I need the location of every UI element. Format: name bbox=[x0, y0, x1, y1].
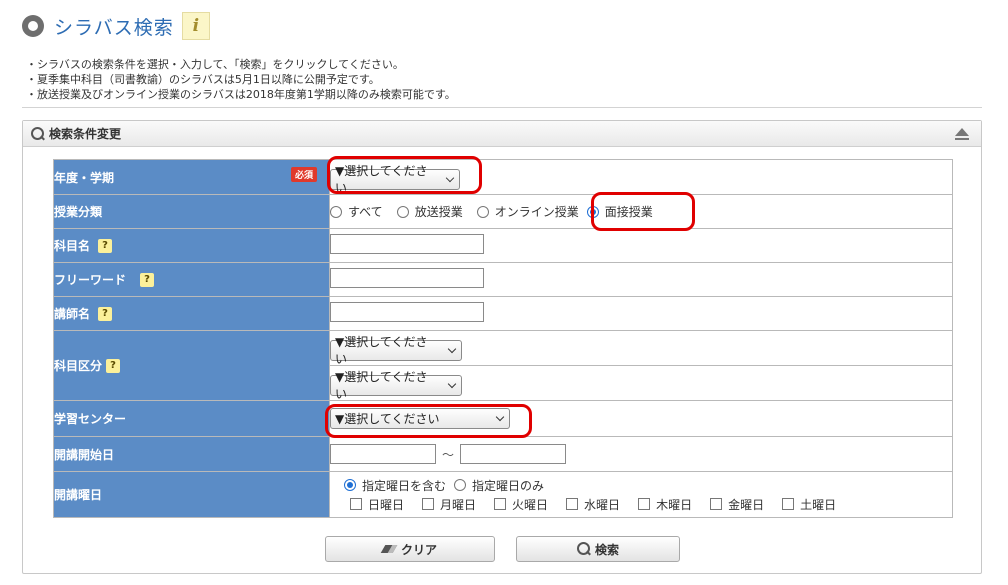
radio-face-to-face[interactable] bbox=[586, 205, 599, 218]
select-value: ▼選択してください bbox=[335, 335, 428, 367]
search-panel: 検索条件変更 年度・学期 必須 ▼選択してください 授業分類 すべて 放送授業 … bbox=[22, 120, 982, 574]
label-text: 学習センター bbox=[54, 412, 127, 426]
weekday-checkboxes: 日曜日 月曜日 火曜日 水曜日 木曜日 金曜日 土曜日 bbox=[350, 496, 952, 513]
chevron-down-icon bbox=[447, 344, 457, 353]
checkbox-label: 日曜日 bbox=[368, 497, 405, 512]
checkbox-label: 木曜日 bbox=[656, 497, 693, 512]
radio-label: 放送授業 bbox=[414, 205, 463, 219]
circle-bullet-icon bbox=[22, 15, 44, 37]
radio-include-days[interactable] bbox=[344, 479, 356, 491]
button-label: 検索 bbox=[594, 542, 619, 557]
chevron-down-icon bbox=[495, 412, 505, 422]
checkbox-label: 火曜日 bbox=[512, 497, 549, 512]
help-icon[interactable]: ? bbox=[98, 238, 113, 253]
checkbox-tuesday[interactable] bbox=[494, 498, 507, 510]
page-title: シラバス検索 bbox=[54, 16, 174, 39]
search-button[interactable]: 検索 bbox=[516, 536, 680, 562]
panel-title: 検索条件変更 bbox=[49, 127, 122, 141]
search-icon bbox=[576, 542, 591, 556]
subject-category-select-2[interactable]: ▼選択してください bbox=[330, 370, 462, 401]
checkbox-label: 金曜日 bbox=[728, 497, 765, 512]
label-text: 講師名 bbox=[54, 307, 91, 321]
checkbox-thursday[interactable] bbox=[638, 498, 651, 510]
radio-only-days[interactable] bbox=[454, 479, 467, 491]
checkbox-sunday[interactable] bbox=[350, 498, 362, 510]
help-icon[interactable]: ? bbox=[98, 306, 113, 321]
radio-label: すべて bbox=[348, 205, 383, 219]
radio-label: 指定曜日を含む bbox=[362, 478, 447, 493]
label-free-word: フリーワード ? bbox=[53, 262, 330, 297]
page-header: シラバス検索 i bbox=[22, 10, 210, 42]
required-badge: 必須 bbox=[290, 167, 317, 182]
clear-button[interactable]: クリア bbox=[325, 536, 495, 562]
radio-all[interactable] bbox=[330, 205, 342, 218]
start-date-to-input[interactable] bbox=[460, 444, 567, 464]
radio-label: オンライン授業 bbox=[494, 205, 579, 219]
notes: ・シラバスの検索条件を選択・入力して、「検索」をクリックしてください。 ・夏季集… bbox=[26, 57, 456, 102]
select-value: ▼選択してください bbox=[335, 164, 428, 196]
search-icon bbox=[31, 126, 45, 141]
info-icon[interactable]: i bbox=[181, 12, 210, 40]
label-text: 授業分類 bbox=[54, 205, 103, 219]
radio-label: 面接授業 bbox=[604, 205, 653, 219]
label-text: 開講曜日 bbox=[54, 488, 103, 502]
label-text: 科目区分 bbox=[54, 359, 103, 373]
chevron-down-icon bbox=[447, 379, 457, 388]
label-weekday: 開講曜日 bbox=[53, 471, 330, 518]
range-tilde: ～ bbox=[442, 447, 455, 462]
note-line: ・放送授業及びオンライン授業のシラバスは2018年度第1学期以降のみ検索可能です… bbox=[26, 88, 456, 101]
radio-online[interactable] bbox=[476, 205, 489, 218]
label-subject-name: 科目名 ? bbox=[53, 228, 330, 263]
divider bbox=[22, 107, 982, 108]
label-text: フリーワード bbox=[54, 273, 127, 287]
select-value: ▼選択してください bbox=[335, 412, 440, 426]
year-term-select[interactable]: ▼選択してください bbox=[330, 164, 460, 195]
label-text: 開講開始日 bbox=[54, 447, 115, 462]
radio-broadcast[interactable] bbox=[396, 205, 409, 218]
select-value: ▼選択してください bbox=[335, 370, 428, 402]
search-form: 年度・学期 必須 ▼選択してください 授業分類 すべて 放送授業 オンライン授業… bbox=[53, 159, 953, 518]
checkbox-label: 土曜日 bbox=[800, 497, 837, 512]
free-word-input[interactable] bbox=[330, 268, 484, 288]
checkbox-monday[interactable] bbox=[422, 498, 435, 510]
label-text: 年度・学期 bbox=[54, 170, 115, 185]
study-center-select[interactable]: ▼選択してください bbox=[330, 408, 510, 429]
button-label: クリア bbox=[400, 542, 437, 557]
panel-header[interactable]: 検索条件変更 bbox=[23, 121, 981, 147]
class-type-radios: すべて 放送授業 オンライン授業 面接授業 bbox=[330, 203, 952, 220]
label-class-type: 授業分類 bbox=[53, 194, 330, 229]
label-year-term: 年度・学期 必須 bbox=[53, 159, 330, 195]
eraser-icon bbox=[380, 545, 398, 553]
radio-label: 指定曜日のみ bbox=[472, 478, 545, 493]
note-line: ・夏季集中科目（司書教諭）のシラバスは5月1日以降に公開予定です。 bbox=[26, 73, 380, 86]
label-start-date: 開講開始日 bbox=[53, 436, 330, 472]
help-icon[interactable]: ? bbox=[140, 272, 155, 287]
label-subject-category: 科目区分 ? bbox=[53, 330, 330, 401]
checkbox-wednesday[interactable] bbox=[566, 498, 579, 510]
collapse-icon[interactable] bbox=[955, 128, 969, 140]
weekday-mode-radios: 指定曜日を含む 指定曜日のみ bbox=[344, 477, 952, 494]
chevron-down-icon bbox=[445, 173, 455, 182]
label-study-center: 学習センター bbox=[53, 400, 330, 437]
note-line: ・シラバスの検索条件を選択・入力して、「検索」をクリックしてください。 bbox=[26, 58, 404, 71]
subject-name-input[interactable] bbox=[330, 234, 484, 254]
help-icon[interactable]: ? bbox=[106, 358, 121, 373]
checkbox-saturday[interactable] bbox=[782, 498, 795, 510]
lecturer-input[interactable] bbox=[330, 302, 484, 322]
label-text: 科目名 bbox=[54, 239, 91, 253]
label-lecturer: 講師名 ? bbox=[53, 296, 330, 331]
checkbox-friday[interactable] bbox=[710, 498, 723, 510]
checkbox-label: 月曜日 bbox=[440, 497, 477, 512]
subject-category-select-1[interactable]: ▼選択してください bbox=[330, 335, 462, 366]
start-date-from-input[interactable] bbox=[330, 444, 436, 464]
checkbox-label: 水曜日 bbox=[584, 497, 621, 512]
